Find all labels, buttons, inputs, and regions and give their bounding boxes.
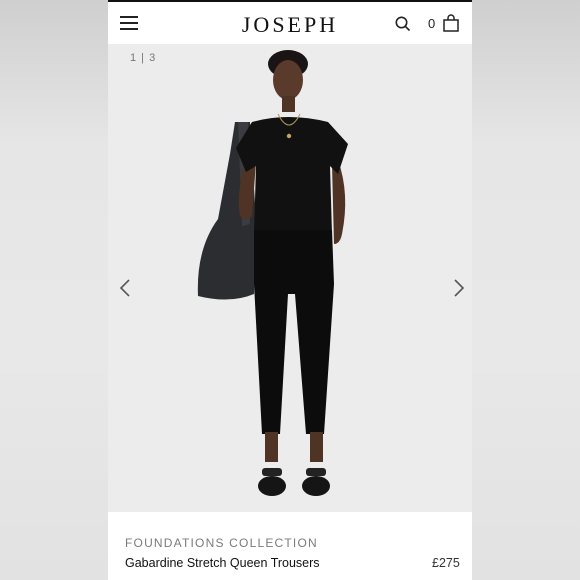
chevron-left-icon[interactable] — [116, 276, 136, 300]
product-info: FOUNDATIONS COLLECTION Gabardine Stretch… — [108, 512, 472, 580]
background-blur-left — [0, 0, 108, 580]
cart-count: 0 — [428, 16, 436, 31]
product-name[interactable]: Gabardine Stretch Queen Trousers — [125, 556, 320, 570]
background-blur-right — [472, 0, 580, 580]
search-icon[interactable] — [394, 15, 412, 33]
chevron-right-icon[interactable] — [448, 276, 468, 300]
image-counter: 1 | 3 — [130, 52, 157, 64]
shopping-bag-icon[interactable] — [442, 14, 460, 34]
product-photo — [197, 50, 348, 496]
product-image-gallery[interactable]: 1 | 3 — [108, 44, 472, 512]
top-navigation-bar: JOSEPH 0 — [108, 0, 472, 44]
product-page: JOSEPH 0 1 | 3 FOUNDATIONS COLLECTION Ga… — [108, 0, 472, 580]
product-price: £275 — [432, 556, 460, 570]
brand-logo[interactable]: JOSEPH — [108, 12, 472, 38]
collection-label[interactable]: FOUNDATIONS COLLECTION — [125, 536, 318, 550]
